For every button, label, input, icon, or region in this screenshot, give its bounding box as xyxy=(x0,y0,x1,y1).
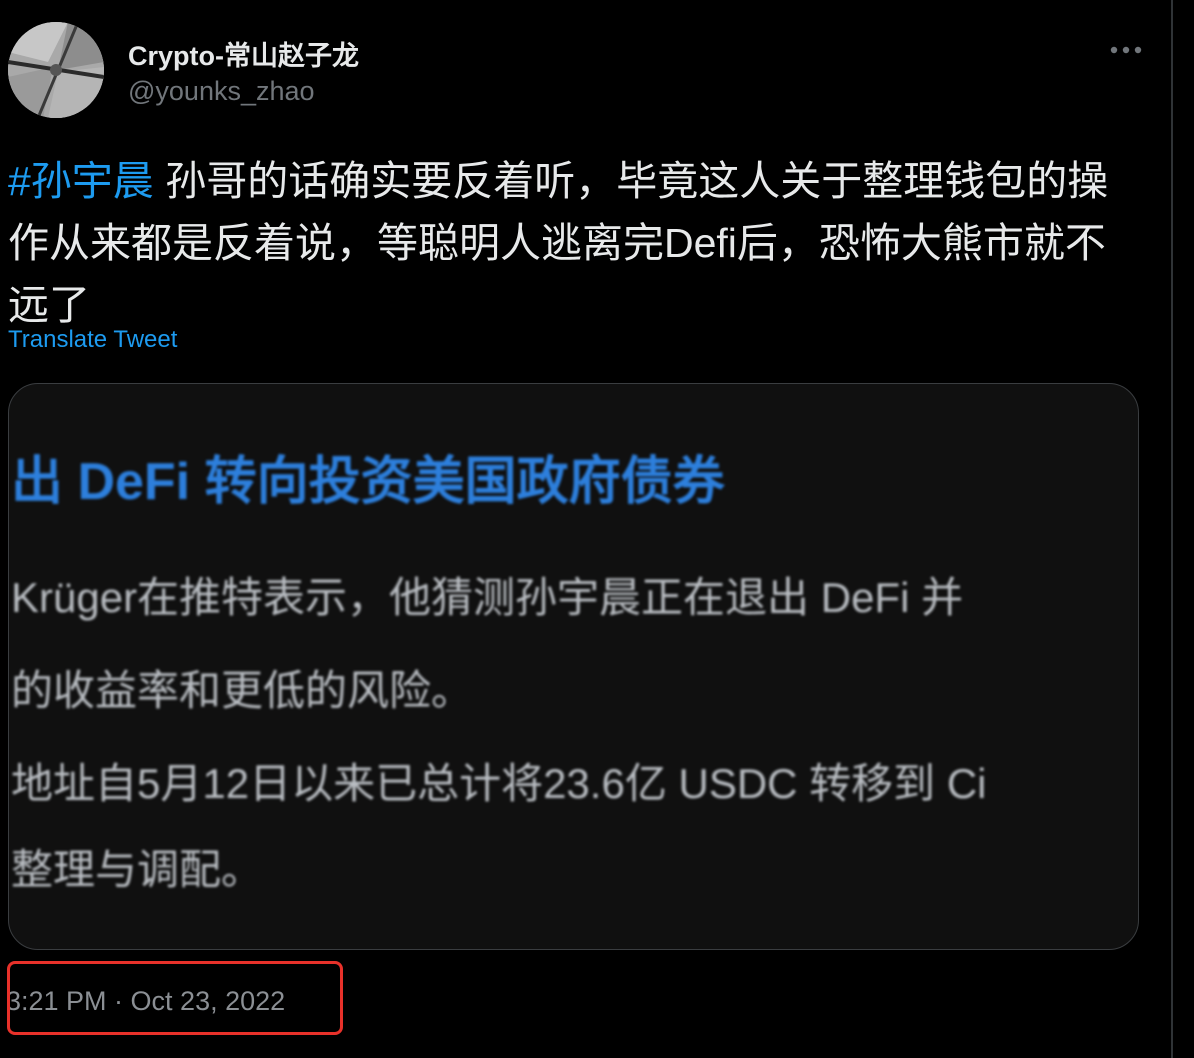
avatar-image xyxy=(8,22,104,118)
media-line-3: 地址自5月12日以来已总计将23.6亿 USDC 转移到 Ci xyxy=(11,760,987,807)
media-card[interactable]: 出 DeFi 转向投资美国政府债券 Krüger在推特表示，他猜测孙宇晨正在退出… xyxy=(8,383,1139,950)
media-line-2: 的收益率和更低的风险。 xyxy=(11,667,474,714)
hashtag-link[interactable]: #孙宇晨 xyxy=(8,158,154,204)
author-handle[interactable]: @younks_zhao xyxy=(128,76,315,107)
highlight-box xyxy=(7,961,343,1035)
avatar[interactable] xyxy=(8,22,104,118)
translate-tweet-link[interactable]: Translate Tweet xyxy=(8,326,177,354)
tweet-text: #孙宇晨 孙哥的话确实要反着听，毕竟这人关于整理钱包的操作从来都是反着说，等聪明… xyxy=(8,150,1138,336)
tweet-header: Crypto-常山赵子龙 @younks_zhao xyxy=(8,22,1158,122)
media-line-1: Krüger在推特表示，他猜测孙宇晨正在退出 DeFi 并 xyxy=(11,574,964,621)
column-divider xyxy=(1171,0,1173,1058)
tweet-body: 孙哥的话确实要反着听，毕竟这人关于整理钱包的操作从来都是反着说，等聪明人逃离完D… xyxy=(8,158,1109,328)
media-image: 出 DeFi 转向投资美国政府债券 Krüger在推特表示，他猜测孙宇晨正在退出… xyxy=(9,384,1138,949)
media-title: 出 DeFi 转向投资美国政府债券 xyxy=(11,453,725,511)
more-horizontal-icon[interactable] xyxy=(1106,40,1146,60)
author-display-name[interactable]: Crypto-常山赵子龙 xyxy=(128,34,359,73)
media-line-4: 整理与调配。 xyxy=(11,846,264,893)
tweet-page: Crypto-常山赵子龙 @younks_zhao #孙宇晨 孙哥的话确实要反着… xyxy=(0,0,1194,1058)
